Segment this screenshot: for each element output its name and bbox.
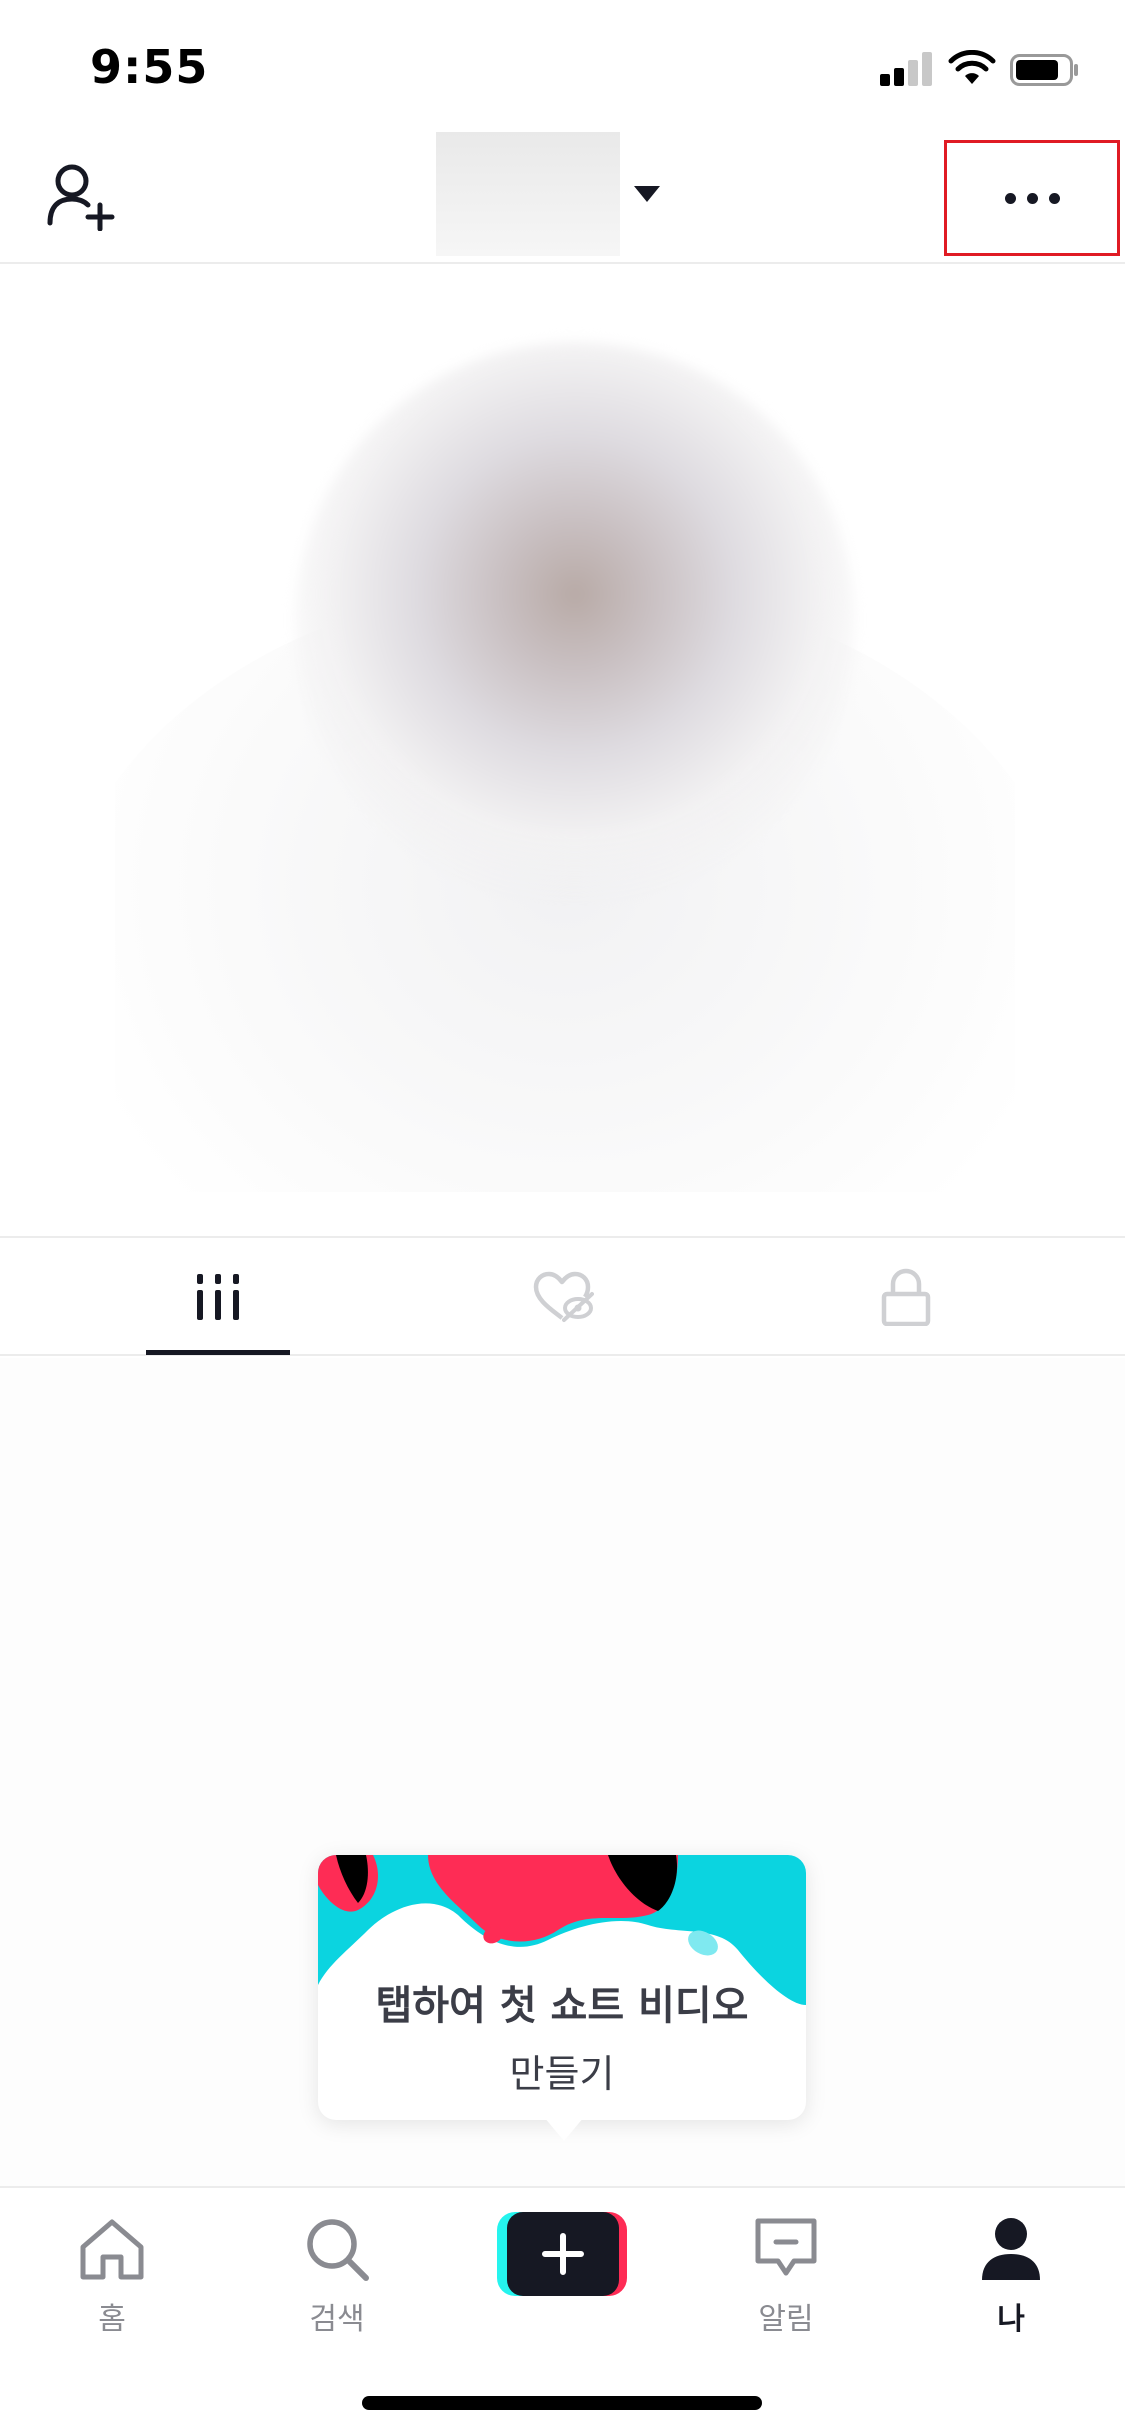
wifi-icon <box>948 49 996 86</box>
home-icon <box>80 2219 144 2280</box>
tab-liked[interactable] <box>452 1238 672 1356</box>
home-indicator <box>362 2396 762 2410</box>
caret-down-icon <box>634 186 660 202</box>
lock-icon <box>881 1268 931 1326</box>
status-bar: 9:55 <box>0 0 1125 132</box>
battery-icon <box>1010 54 1080 86</box>
nav-search-label: 검색 <box>309 2302 365 2337</box>
nav-home-label: 홈 <box>98 2302 126 2337</box>
profile-tabs <box>0 1236 1125 1356</box>
nav-me-label: 나 <box>997 2302 1025 2337</box>
tab-videos[interactable] <box>108 1238 328 1356</box>
person-plus-icon <box>47 164 115 231</box>
nav-inbox[interactable]: 알림 <box>706 2210 866 2340</box>
create-first-video-tooltip[interactable]: 탭하여 첫 쇼트 비디오 만들기 <box>318 1855 806 2141</box>
tooltip-title: 탭하여 첫 쇼트 비디오 <box>375 1983 749 2029</box>
cellular-signal-icon <box>880 52 932 86</box>
nav-inbox-label: 알림 <box>758 2302 814 2337</box>
grid-icon <box>197 1274 239 1320</box>
add-friend-button[interactable] <box>44 156 124 236</box>
search-icon <box>307 2219 369 2281</box>
more-horizontal-icon <box>1004 192 1060 204</box>
profile-info-blurred <box>115 282 1015 1192</box>
create-video-button[interactable] <box>497 2212 627 2296</box>
plus-icon <box>542 2233 584 2275</box>
tooltip-pointer <box>544 2117 584 2141</box>
hidden-heart-icon <box>533 1271 594 1322</box>
tooltip-subtitle: 만들기 <box>509 2052 615 2096</box>
username-redacted <box>436 132 620 256</box>
active-tab-indicator <box>146 1350 290 1355</box>
nav-search[interactable]: 검색 <box>257 2210 417 2340</box>
nav-me[interactable]: 나 <box>931 2210 1091 2340</box>
status-time: 9:55 <box>90 40 209 94</box>
profile-header <box>0 132 1125 264</box>
profile-icon <box>982 2218 1040 2280</box>
nav-home[interactable]: 홈 <box>32 2210 192 2340</box>
more-options-button[interactable] <box>944 140 1120 256</box>
inbox-icon <box>755 2218 817 2276</box>
account-switcher[interactable] <box>436 132 660 256</box>
tab-private[interactable] <box>796 1238 1016 1356</box>
